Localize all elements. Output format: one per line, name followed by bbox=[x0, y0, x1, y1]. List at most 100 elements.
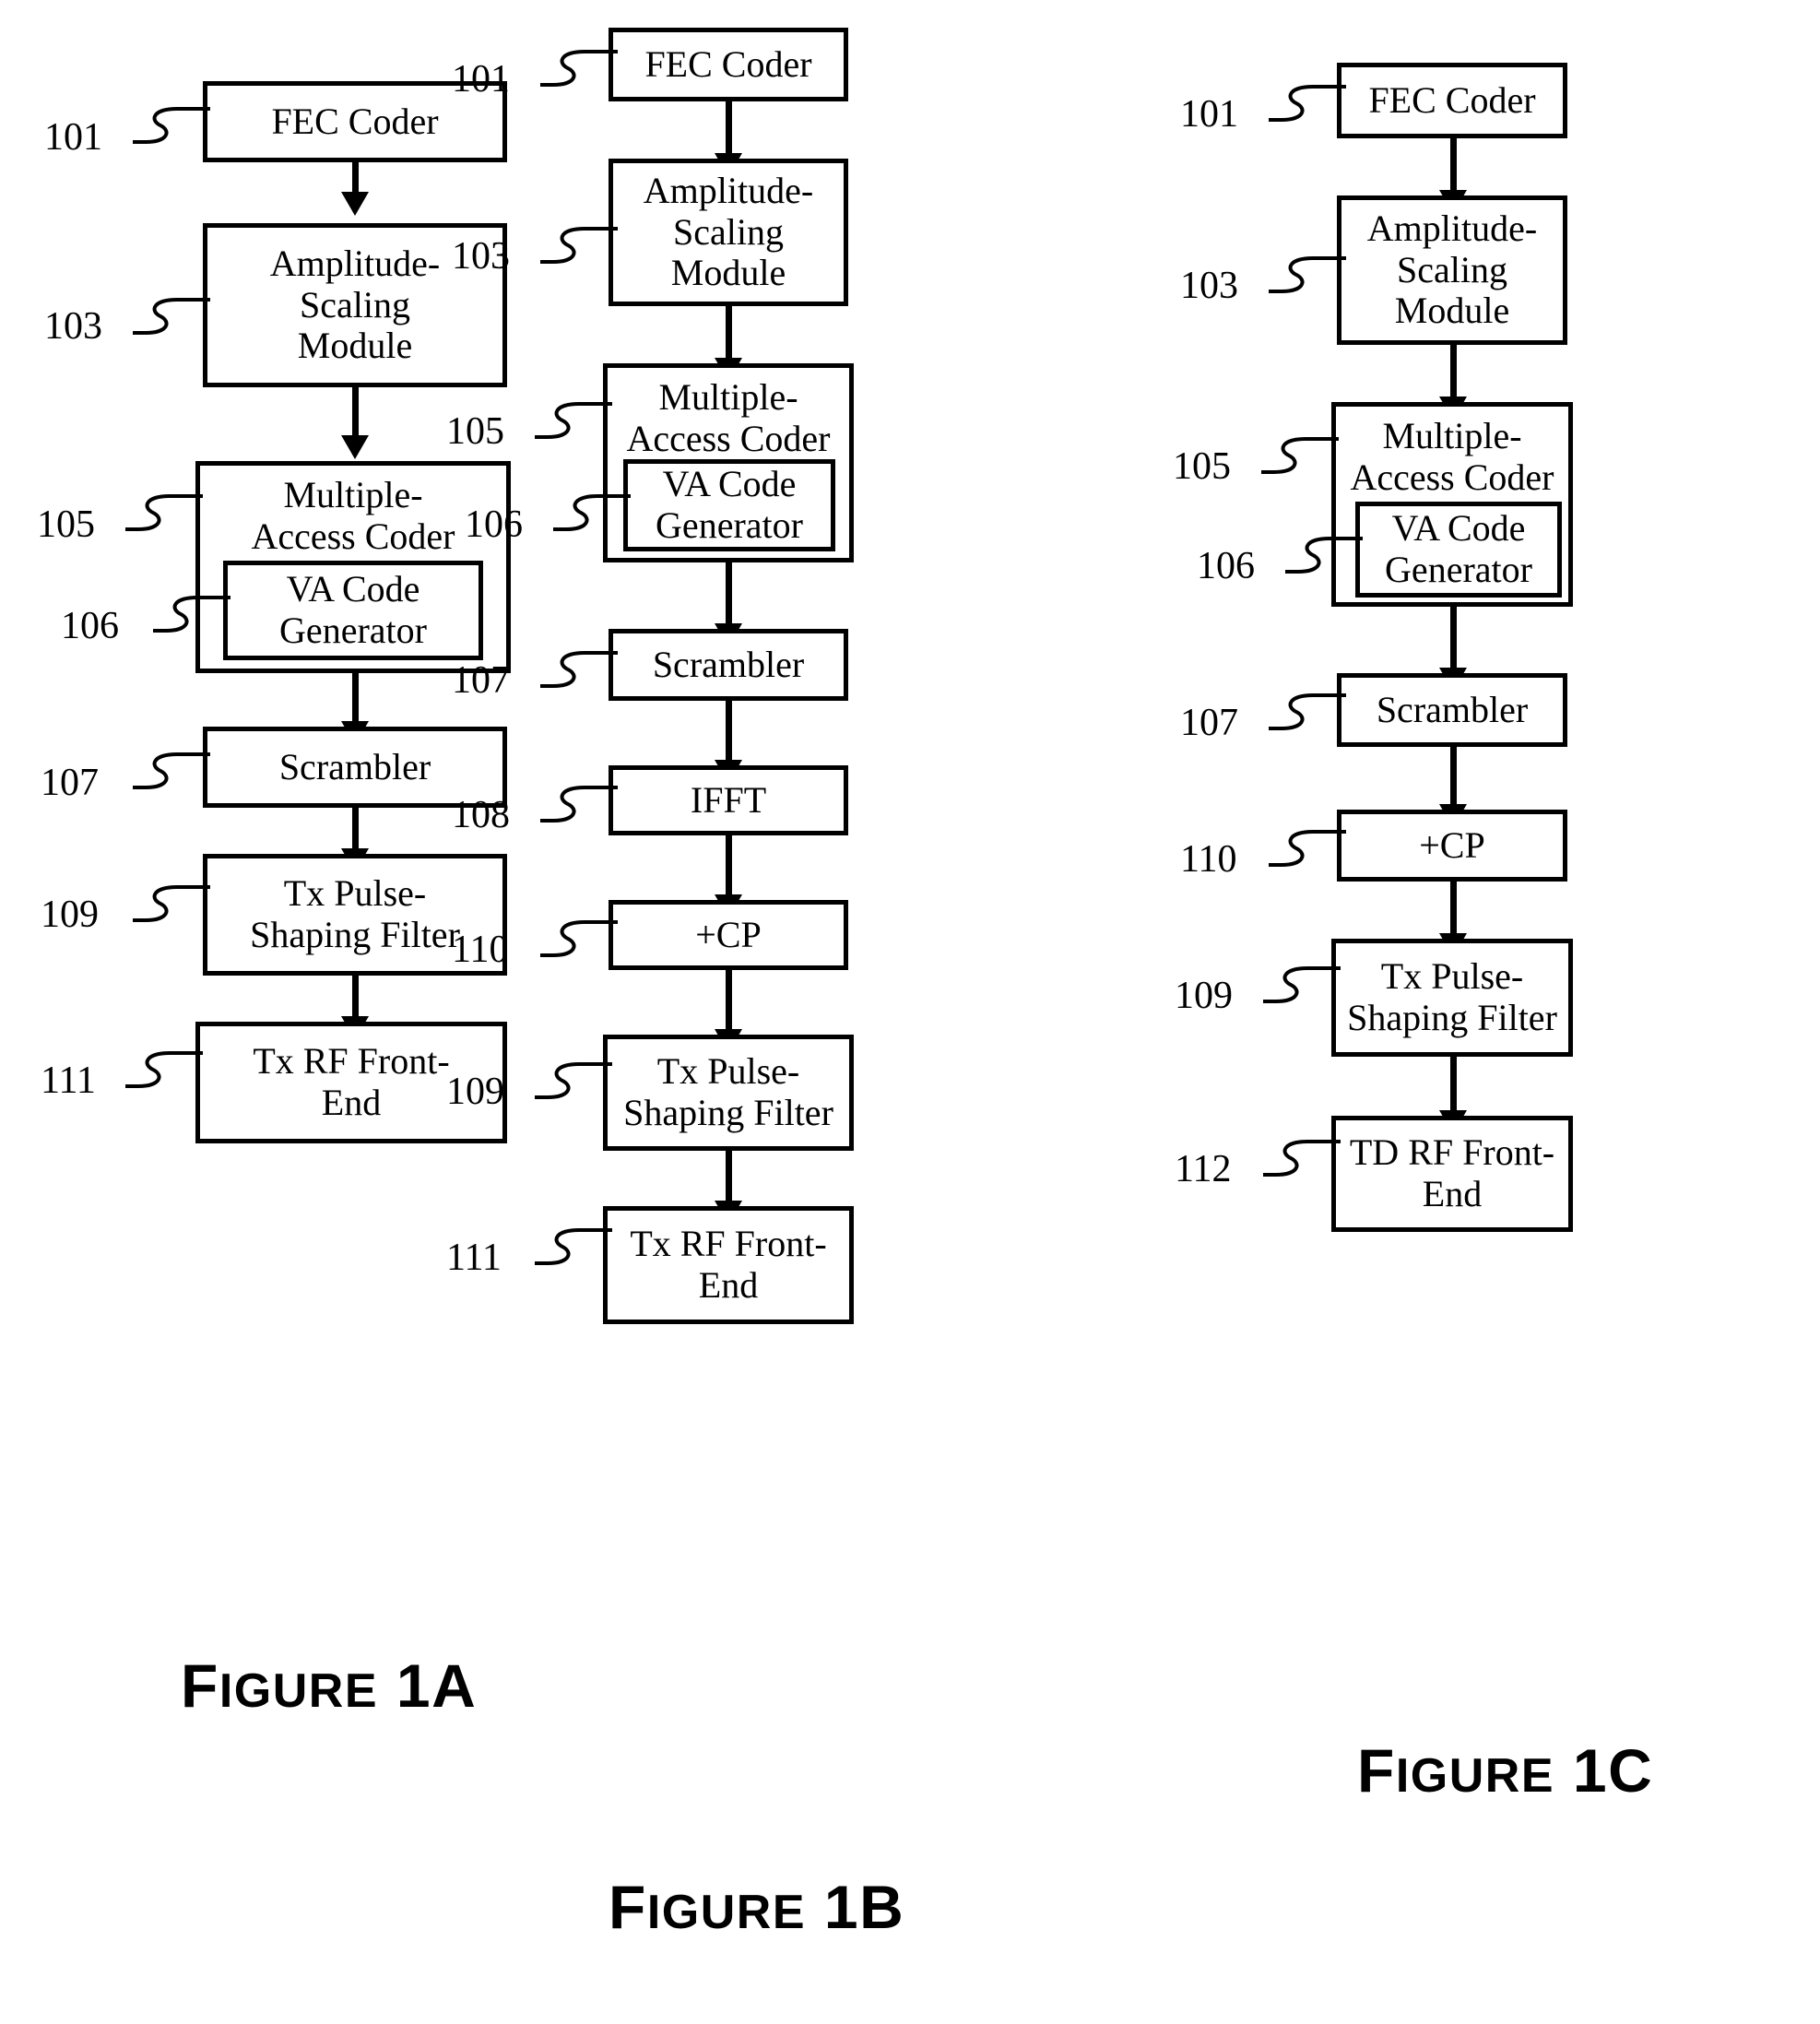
fig1b-caption-suffix: 1B bbox=[823, 1873, 905, 1941]
fig1c-block-amplitude-scaling-module[interactable]: Amplitude- Scaling Module bbox=[1337, 195, 1567, 345]
fig1b-refnum-108: 108 bbox=[452, 794, 510, 836]
fig1b-block-multiple-access-coder-label: Multiple- Access Coder bbox=[626, 376, 831, 459]
fig1c-block-amplitude-scaling-module-label: Amplitude- Scaling Module bbox=[1366, 207, 1538, 332]
fig1c-block-td-rf-front-end-label: TD RF Front- End bbox=[1349, 1131, 1555, 1214]
fig1b-block-ifft[interactable]: IFFT bbox=[609, 765, 848, 835]
fig1a-block-va-code-generator-label: VA Code Generator bbox=[279, 568, 427, 651]
fig1c-block-add-cp-label: +CP bbox=[1419, 823, 1485, 866]
fig1c-block-tx-pulse-shaping-filter[interactable]: Tx Pulse- Shaping Filter bbox=[1331, 939, 1573, 1057]
fig1b-refnum-107: 107 bbox=[452, 659, 510, 702]
fig1c-leader-103 bbox=[1269, 256, 1346, 293]
fig1c-refnum-110: 110 bbox=[1180, 838, 1237, 881]
fig1c-caption-suffix: 1C bbox=[1572, 1736, 1654, 1805]
fig1c-refnum-106: 106 bbox=[1197, 545, 1255, 587]
fig1b-leader-107 bbox=[540, 651, 618, 688]
fig1c-block-scrambler-label: Scrambler bbox=[1376, 688, 1529, 730]
fig1c-caption-first: F bbox=[1357, 1736, 1396, 1805]
fig1c-leader-105 bbox=[1261, 437, 1339, 474]
fig1c-leader-112 bbox=[1263, 1140, 1341, 1177]
fig1c-refnum-109: 109 bbox=[1175, 975, 1233, 1017]
fig1b-block-fec-coder-label: FEC Coder bbox=[644, 42, 812, 85]
fig1c-leader-101 bbox=[1269, 85, 1346, 122]
fig1c-block-fec-coder[interactable]: FEC Coder bbox=[1337, 63, 1567, 138]
fig1b-leader-106 bbox=[553, 494, 631, 531]
fig1c-block-add-cp[interactable]: +CP bbox=[1337, 810, 1567, 882]
fig1b-refnum-111: 111 bbox=[446, 1237, 502, 1279]
fig1c-block-multiple-access-coder-label: Multiple- Access Coder bbox=[1350, 415, 1554, 498]
fig1b-block-va-code-generator-label: VA Code Generator bbox=[656, 463, 803, 546]
fig1c-block-td-rf-front-end[interactable]: TD RF Front- End bbox=[1331, 1116, 1573, 1232]
fig1a-block-tx-pulse-shaping-filter-label: Tx Pulse- Shaping Filter bbox=[250, 872, 460, 955]
fig1b-leader-105 bbox=[535, 402, 612, 439]
fig1c-caption: FIGURE 1C bbox=[1357, 1735, 1653, 1805]
fig1a-leader-111 bbox=[125, 1051, 203, 1088]
fig1a-caption: FIGURE 1A bbox=[181, 1651, 477, 1721]
fig1c-leader-106 bbox=[1285, 537, 1363, 574]
fig1a-refnum-107: 107 bbox=[41, 762, 99, 804]
fig1b-block-add-cp-label: +CP bbox=[695, 913, 762, 955]
fig1a-refnum-111: 111 bbox=[41, 1059, 96, 1102]
fig1b-block-tx-pulse-shaping-filter[interactable]: Tx Pulse- Shaping Filter bbox=[603, 1035, 854, 1151]
fig1b-refnum-106: 106 bbox=[465, 503, 523, 546]
fig1b-refnum-110: 110 bbox=[452, 929, 509, 971]
fig1b-leader-110 bbox=[540, 920, 618, 957]
fig1b-refnum-103: 103 bbox=[452, 235, 510, 278]
fig1c-refnum-103: 103 bbox=[1180, 265, 1238, 307]
fig1b-block-ifft-label: IFFT bbox=[690, 778, 767, 821]
fig1a-leader-101 bbox=[133, 107, 210, 144]
fig1a-block-tx-rf-front-end-label: Tx RF Front- End bbox=[253, 1040, 450, 1123]
fig1c-block-tx-pulse-shaping-filter-label: Tx Pulse- Shaping Filter bbox=[1347, 955, 1557, 1038]
fig1b-block-amplitude-scaling-module[interactable]: Amplitude- Scaling Module bbox=[609, 159, 848, 306]
fig1c-refnum-101: 101 bbox=[1180, 93, 1238, 136]
fig1c-block-fec-coder-label: FEC Coder bbox=[1368, 78, 1536, 121]
fig1b-caption-first: F bbox=[609, 1873, 647, 1941]
fig1b-block-tx-rf-front-end[interactable]: Tx RF Front- End bbox=[603, 1206, 854, 1324]
fig1c-caption-rest: IGURE bbox=[1395, 1749, 1555, 1803]
fig1a-block-scrambler-label: Scrambler bbox=[278, 745, 431, 787]
fig1b-block-add-cp[interactable]: +CP bbox=[609, 900, 848, 970]
fig1b-leader-101 bbox=[540, 50, 618, 87]
fig1b-leader-109 bbox=[535, 1062, 612, 1099]
fig1a-caption-first: F bbox=[181, 1651, 219, 1720]
fig1a-leader-103 bbox=[133, 298, 210, 335]
fig1b-leader-111 bbox=[535, 1228, 612, 1265]
fig1b-block-tx-rf-front-end-label: Tx RF Front- End bbox=[630, 1223, 827, 1306]
fig1a-leader-106 bbox=[153, 596, 230, 633]
fig1c-block-va-code-generator[interactable]: VA Code Generator bbox=[1355, 502, 1562, 598]
fig1a-block-va-code-generator[interactable]: VA Code Generator bbox=[223, 561, 483, 660]
fig1a-caption-suffix: 1A bbox=[396, 1651, 478, 1720]
fig1a-block-amplitude-scaling-module-label: Amplitude- Scaling Module bbox=[269, 242, 441, 367]
fig1a-refnum-105: 105 bbox=[37, 503, 95, 546]
fig1b-caption: FIGURE 1B bbox=[609, 1872, 904, 1942]
fig1c-leader-110 bbox=[1269, 830, 1346, 867]
fig1c-leader-107 bbox=[1269, 693, 1346, 730]
fig1a-refnum-109: 109 bbox=[41, 894, 99, 936]
fig1a-refnum-103: 103 bbox=[44, 305, 102, 348]
fig1c-refnum-112: 112 bbox=[1175, 1148, 1232, 1190]
fig1c-leader-109 bbox=[1263, 966, 1341, 1003]
fig1c-refnum-107: 107 bbox=[1180, 702, 1238, 744]
fig1a-block-fec-coder-label: FEC Coder bbox=[271, 100, 439, 142]
fig1c-block-va-code-generator-label: VA Code Generator bbox=[1385, 507, 1532, 590]
fig1b-refnum-101: 101 bbox=[452, 58, 510, 101]
fig1a-leader-107 bbox=[133, 752, 210, 789]
fig1b-block-scrambler-label: Scrambler bbox=[652, 643, 805, 685]
fig1b-refnum-105: 105 bbox=[446, 410, 504, 453]
fig1a-block-multiple-access-coder-label: Multiple- Access Coder bbox=[251, 474, 455, 557]
fig1a-refnum-106: 106 bbox=[61, 605, 119, 647]
fig1b-block-scrambler[interactable]: Scrambler bbox=[609, 629, 848, 701]
fig1b-caption-rest: IGURE bbox=[646, 1886, 807, 1939]
patent-figure-sheet: FEC Coder 101 Amplitude- Scaling Module … bbox=[0, 0, 1820, 2024]
fig1b-block-tx-pulse-shaping-filter-label: Tx Pulse- Shaping Filter bbox=[623, 1050, 833, 1133]
fig1a-refnum-101: 101 bbox=[44, 116, 102, 159]
fig1b-block-fec-coder[interactable]: FEC Coder bbox=[609, 28, 848, 101]
fig1a-leader-105 bbox=[125, 494, 203, 531]
fig1c-refnum-105: 105 bbox=[1173, 445, 1231, 488]
fig1b-block-va-code-generator[interactable]: VA Code Generator bbox=[623, 459, 835, 551]
fig1a-caption-rest: IGURE bbox=[219, 1664, 379, 1718]
fig1b-leader-108 bbox=[540, 786, 618, 823]
fig1b-leader-103 bbox=[540, 227, 618, 264]
fig1b-block-amplitude-scaling-module-label: Amplitude- Scaling Module bbox=[643, 169, 814, 294]
fig1c-block-scrambler[interactable]: Scrambler bbox=[1337, 673, 1567, 747]
fig1a-leader-109 bbox=[133, 885, 210, 922]
